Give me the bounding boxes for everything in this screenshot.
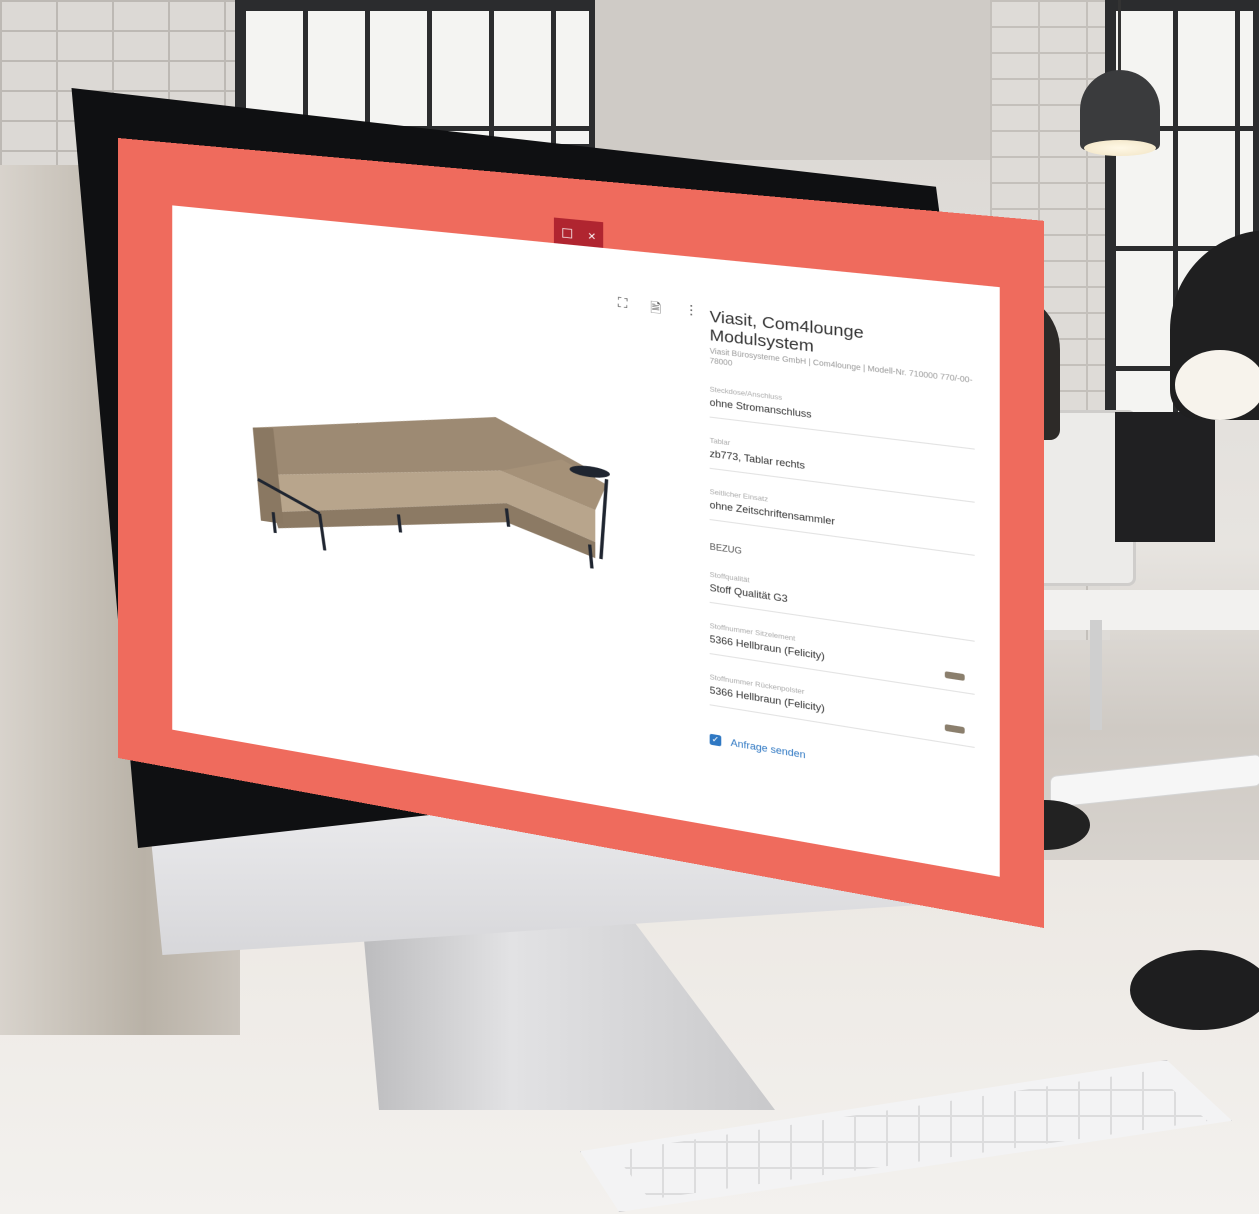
product-options-panel: Viasit, Com4lounge Modulsystem Viasit Bü… — [709, 308, 975, 789]
close-icon[interactable]: × — [588, 228, 596, 244]
sofa-leg — [590, 545, 592, 569]
imac-screen: ☐ × ⛶ 🗎 ⋮ Viasit, Com4lounge Modulsystem… — [118, 138, 1045, 928]
concrete-column — [560, 0, 990, 160]
more-options-icon[interactable]: ⋮ — [684, 302, 698, 326]
product-configurator-dialog: ⛶ 🗎 ⋮ Viasit, Com4lounge Modulsystem Via… — [172, 205, 1000, 877]
sofa-leg — [398, 514, 400, 532]
foreground-lamp-inner — [1175, 350, 1259, 420]
lamp-base-right — [1130, 950, 1259, 1030]
maximize-icon[interactable]: ☐ — [561, 226, 573, 242]
background-monitor-screen — [1115, 412, 1215, 542]
pendant-cord — [1118, 0, 1121, 72]
fullscreen-icon[interactable]: ⛶ — [618, 295, 628, 319]
pendant-lamp-bulb — [1084, 140, 1156, 156]
viewer-toolbar: ⛶ 🗎 ⋮ — [618, 295, 698, 326]
sofa-3d-model[interactable] — [243, 365, 652, 599]
pendant-lamp — [1080, 70, 1160, 150]
send-inquiry-button[interactable]: ✓ Anfrage senden — [709, 733, 975, 789]
option-field-power[interactable]: Steckdose/Anschluss ohne Stromanschluss — [709, 385, 975, 450]
sofa-leg — [506, 508, 508, 526]
option-field-side-insert[interactable]: Seitlicher Einsatz ohne Zeitschriftensam… — [709, 488, 975, 556]
document-icon[interactable]: 🗎 — [650, 298, 661, 322]
background-desk-leg — [1090, 620, 1102, 730]
checkbox-icon: ✓ — [709, 733, 722, 747]
send-inquiry-label: Anfrage senden — [730, 737, 806, 761]
sofa-leg — [273, 512, 275, 533]
